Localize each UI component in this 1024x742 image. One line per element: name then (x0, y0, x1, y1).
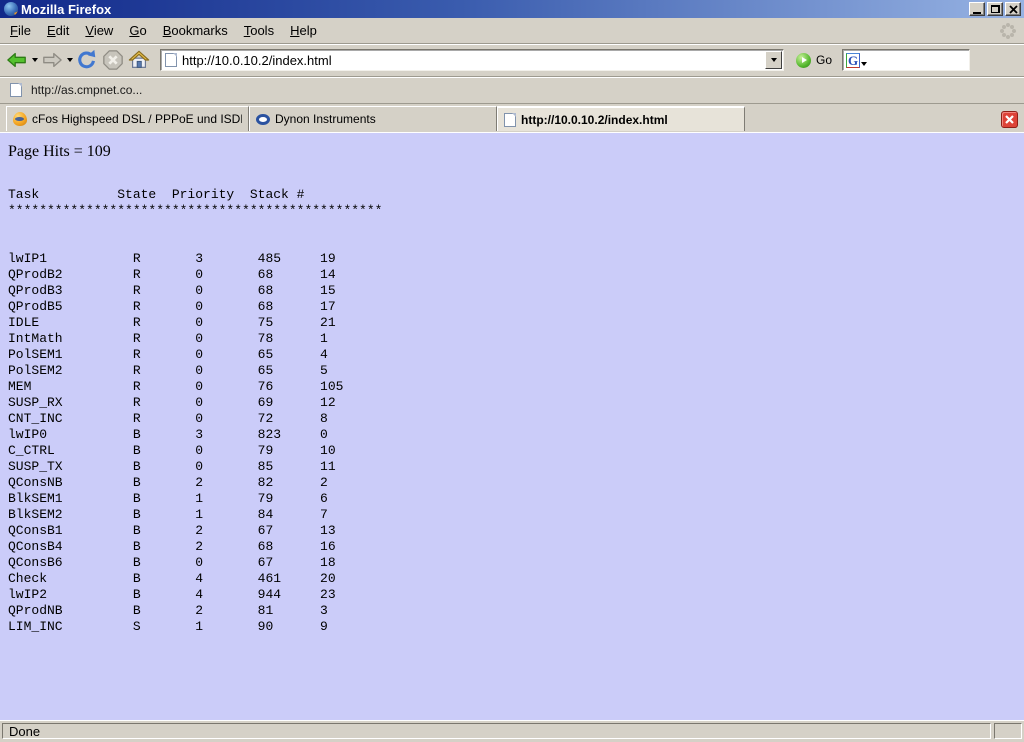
table-row: BlkSEM2 B 1 84 7 (8, 507, 1016, 523)
menu-view[interactable]: View (77, 19, 121, 42)
forward-arrow-icon (41, 50, 63, 70)
tab-label: Dynon Instruments (275, 112, 376, 126)
task-table: lwIP1 R 3 485 19QProdB2 R 0 68 14QProdB3… (8, 251, 1016, 635)
back-dropdown-button[interactable] (30, 47, 39, 73)
home-button[interactable] (126, 47, 152, 73)
table-row: QConsNB B 2 82 2 (8, 475, 1016, 491)
tab-strip: cFos Highspeed DSL / PPPoE und ISDN CAP.… (6, 105, 995, 131)
table-row: IntMath R 0 78 1 (8, 331, 1016, 347)
restore-icon (991, 5, 1000, 13)
menu-bookmarks[interactable]: Bookmarks (155, 19, 236, 42)
throbber-icon (1000, 23, 1016, 39)
cfos-icon (13, 112, 27, 126)
window-controls (969, 2, 1021, 16)
tab-bar: cFos Highspeed DSL / PPPoE und ISDN CAP.… (0, 104, 1024, 133)
back-button[interactable] (4, 47, 30, 73)
page-icon (165, 53, 177, 67)
table-separator: ****************************************… (8, 203, 1016, 219)
dynon-icon (256, 114, 270, 125)
menu-tools[interactable]: Tools (236, 19, 282, 42)
close-button[interactable] (1005, 2, 1021, 16)
tab-3[interactable]: http://10.0.10.2/index.html (497, 106, 745, 131)
table-row: BlkSEM1 B 1 79 6 (8, 491, 1016, 507)
task-table-header: Task State Priority Stack # ************… (8, 187, 1016, 219)
page-icon (504, 113, 516, 127)
table-row: QProdB5 R 0 68 17 (8, 299, 1016, 315)
close-icon (1009, 5, 1018, 14)
menu-bar-items: FileEditViewGoBookmarksToolsHelp (2, 22, 325, 40)
table-row: Check B 4 461 20 (8, 571, 1016, 587)
status-panel: Done (2, 723, 991, 739)
page-hits-text: Page Hits = 109 (8, 143, 1016, 161)
chevron-down-icon (67, 58, 73, 62)
stop-icon (102, 49, 124, 71)
table-column-headers: Task State Priority Stack # (8, 187, 1016, 203)
google-icon[interactable]: G (846, 53, 860, 68)
table-row: QConsB1 B 2 67 13 (8, 523, 1016, 539)
reload-icon (76, 49, 98, 71)
url-input[interactable]: http://10.0.10.2/index.html (182, 53, 765, 68)
table-row: CNT_INC R 0 72 8 (8, 411, 1016, 427)
search-input[interactable]: G (842, 49, 970, 71)
title-bar: Mozilla Firefox (0, 0, 1024, 18)
window-title: Mozilla Firefox (21, 2, 969, 17)
menu-file[interactable]: File (2, 19, 39, 42)
bookmarks-toolbar: http://as.cmpnet.co... (0, 77, 1024, 104)
restore-button[interactable] (987, 2, 1003, 16)
status-text: Done (9, 724, 40, 739)
go-button[interactable]: Go (816, 53, 832, 67)
menu-bar: FileEditViewGoBookmarksToolsHelp (0, 18, 1024, 44)
table-row: lwIP1 R 3 485 19 (8, 251, 1016, 267)
table-row: QProdB2 R 0 68 14 (8, 267, 1016, 283)
bookmark-item[interactable]: http://as.cmpnet.co... (31, 83, 142, 97)
tab-label: cFos Highspeed DSL / PPPoE und ISDN CAP.… (32, 112, 242, 126)
menu-help[interactable]: Help (282, 19, 325, 42)
table-row: lwIP0 B 3 823 0 (8, 427, 1016, 443)
table-row: QConsB6 B 0 67 18 (8, 555, 1016, 571)
table-row: QProdB3 R 0 68 15 (8, 283, 1016, 299)
page-content: Page Hits = 109 Task State Priority Stac… (0, 133, 1024, 720)
table-row: lwIP2 B 4 944 23 (8, 587, 1016, 603)
menu-go[interactable]: Go (121, 19, 154, 42)
table-row: PolSEM1 R 0 65 4 (8, 347, 1016, 363)
tab-label: http://10.0.10.2/index.html (521, 113, 668, 127)
resize-grip[interactable] (994, 723, 1022, 739)
chevron-down-icon (32, 58, 38, 62)
chevron-down-icon (771, 58, 777, 62)
table-row: MEM R 0 76 105 (8, 379, 1016, 395)
table-row: SUSP_TX B 0 85 11 (8, 459, 1016, 475)
minimize-icon (973, 12, 981, 14)
bookmark-page-icon (10, 83, 22, 97)
home-icon (128, 49, 150, 71)
url-dropdown-button[interactable] (765, 51, 782, 69)
stop-button[interactable] (100, 47, 126, 73)
firefox-icon (4, 2, 18, 16)
forward-dropdown-button[interactable] (65, 47, 74, 73)
table-row: QConsB4 B 2 68 16 (8, 539, 1016, 555)
table-row: C_CTRL B 0 79 10 (8, 443, 1016, 459)
table-row: SUSP_RX R 0 69 12 (8, 395, 1016, 411)
url-bar[interactable]: http://10.0.10.2/index.html (160, 49, 784, 71)
table-row: PolSEM2 R 0 65 5 (8, 363, 1016, 379)
table-row: LIM_INC S 1 90 9 (8, 619, 1016, 635)
tab-1[interactable]: cFos Highspeed DSL / PPPoE und ISDN CAP.… (6, 106, 249, 131)
browser-window: Mozilla Firefox FileEditViewGoBookmarksT… (0, 0, 1024, 742)
tab-2[interactable]: Dynon Instruments (249, 106, 497, 131)
close-icon (1005, 115, 1014, 124)
minimize-button[interactable] (969, 2, 985, 16)
chevron-down-icon (861, 62, 867, 66)
table-row: QProdNB B 2 81 3 (8, 603, 1016, 619)
status-bar: Done (0, 720, 1024, 742)
tab-close-button[interactable] (1001, 111, 1018, 128)
menu-edit[interactable]: Edit (39, 19, 77, 42)
forward-button[interactable] (39, 47, 65, 73)
go-icon[interactable] (796, 53, 811, 68)
navigation-toolbar: http://10.0.10.2/index.html Go G (0, 44, 1024, 77)
back-arrow-icon (6, 50, 28, 70)
reload-button[interactable] (74, 47, 100, 73)
table-row: IDLE R 0 75 21 (8, 315, 1016, 331)
